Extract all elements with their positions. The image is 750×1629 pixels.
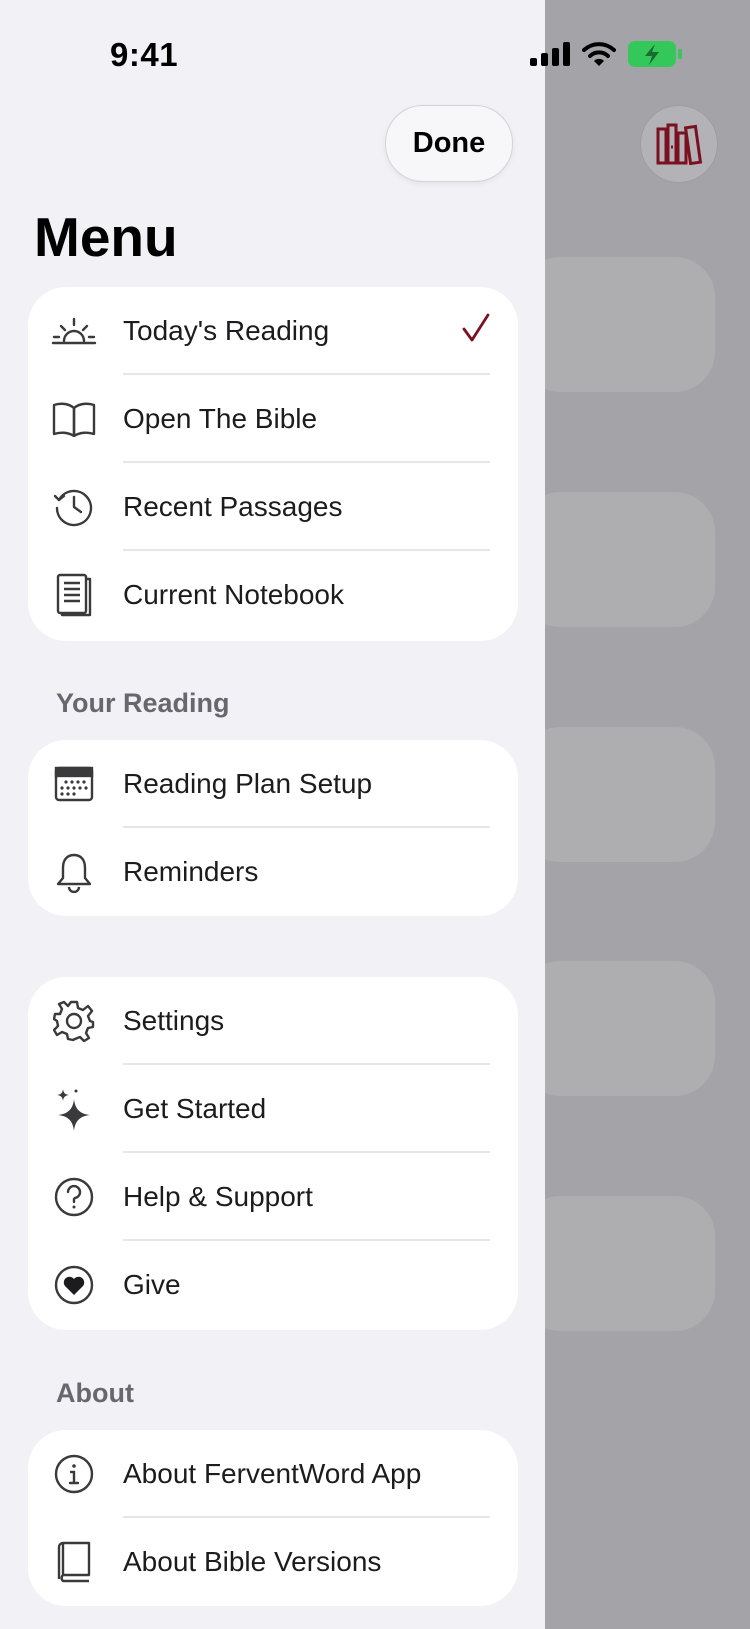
- status-bar: 9:41: [0, 0, 682, 110]
- background-card: [520, 727, 715, 862]
- menu-item-label: Get Started: [123, 1093, 267, 1124]
- menu-item-label: Open The Bible: [123, 403, 318, 434]
- menu-item-reading-plan-setup[interactable]: Reading Plan Setup: [28, 740, 518, 828]
- menu-item-label: Recent Passages: [123, 491, 343, 522]
- sunrise-icon: [51, 308, 97, 354]
- sparkle-icon: [51, 1086, 97, 1132]
- main-menu-group: Today's Reading Open The Bible Recent Pa…: [28, 287, 518, 641]
- menu-item-help-support[interactable]: Help & Support: [28, 1153, 518, 1241]
- library-books-icon: [656, 123, 702, 165]
- menu-item-label: Reading Plan Setup: [123, 768, 373, 799]
- background-card: [520, 492, 715, 627]
- status-time: 9:41: [110, 36, 179, 73]
- section-header-about: About: [56, 1378, 134, 1408]
- battery-charging-icon: [628, 41, 682, 67]
- history-icon: [51, 484, 97, 530]
- info-circle-icon: [51, 1451, 97, 1497]
- menu-item-label: Settings: [123, 1005, 225, 1036]
- menu-item-label: Current Notebook: [123, 579, 345, 610]
- section-header-your-reading: Your Reading: [56, 688, 230, 718]
- menu-item-settings[interactable]: Settings: [28, 977, 518, 1065]
- menu-item-current-notebook[interactable]: Current Notebook: [28, 551, 518, 639]
- library-button[interactable]: [640, 105, 718, 183]
- reading-menu-group: Reading Plan Setup Reminders: [28, 740, 518, 916]
- menu-item-label: Today's Reading: [123, 315, 330, 346]
- bell-icon: [51, 849, 97, 895]
- menu-item-give[interactable]: Give: [28, 1241, 518, 1329]
- background-card: [520, 257, 715, 392]
- wifi-icon: [582, 42, 616, 66]
- menu-item-label: About FerventWord App: [123, 1458, 422, 1489]
- question-circle-icon: [51, 1174, 97, 1220]
- heart-circle-icon: [51, 1262, 97, 1308]
- about-menu-group: About FerventWord App About Bible Versio…: [28, 1430, 518, 1606]
- menu-drawer: 9:41 Done Menu Today's Reading Open The …: [0, 0, 682, 1629]
- book-open-icon: [51, 396, 97, 442]
- menu-item-reminders[interactable]: Reminders: [28, 828, 518, 916]
- page-title: Menu: [34, 206, 178, 268]
- menu-item-get-started[interactable]: Get Started: [28, 1065, 518, 1153]
- status-icons: [530, 40, 682, 68]
- menu-item-label: About Bible Versions: [123, 1546, 382, 1577]
- menu-item-about-app[interactable]: About FerventWord App: [28, 1430, 518, 1518]
- menu-item-label: Give: [123, 1269, 181, 1300]
- notebook-icon: [51, 572, 97, 618]
- support-menu-group: Settings Get Started Help & Support Give: [28, 977, 518, 1330]
- menu-item-recent-passages[interactable]: Recent Passages: [28, 463, 518, 551]
- menu-item-todays-reading[interactable]: Today's Reading: [28, 287, 518, 375]
- calendar-icon: [51, 761, 97, 807]
- menu-item-open-the-bible[interactable]: Open The Bible: [28, 375, 518, 463]
- background-card: [520, 961, 715, 1096]
- done-button[interactable]: Done: [385, 105, 513, 182]
- cellular-signal-icon: [530, 42, 570, 66]
- gear-icon: [51, 998, 97, 1044]
- menu-item-label: Reminders: [123, 856, 259, 887]
- menu-item-label: Help & Support: [123, 1181, 313, 1212]
- checkmark-icon: [462, 313, 490, 348]
- book-closed-icon: [51, 1539, 97, 1585]
- menu-item-about-bible-versions[interactable]: About Bible Versions: [28, 1518, 518, 1606]
- background-card: [520, 1196, 715, 1331]
